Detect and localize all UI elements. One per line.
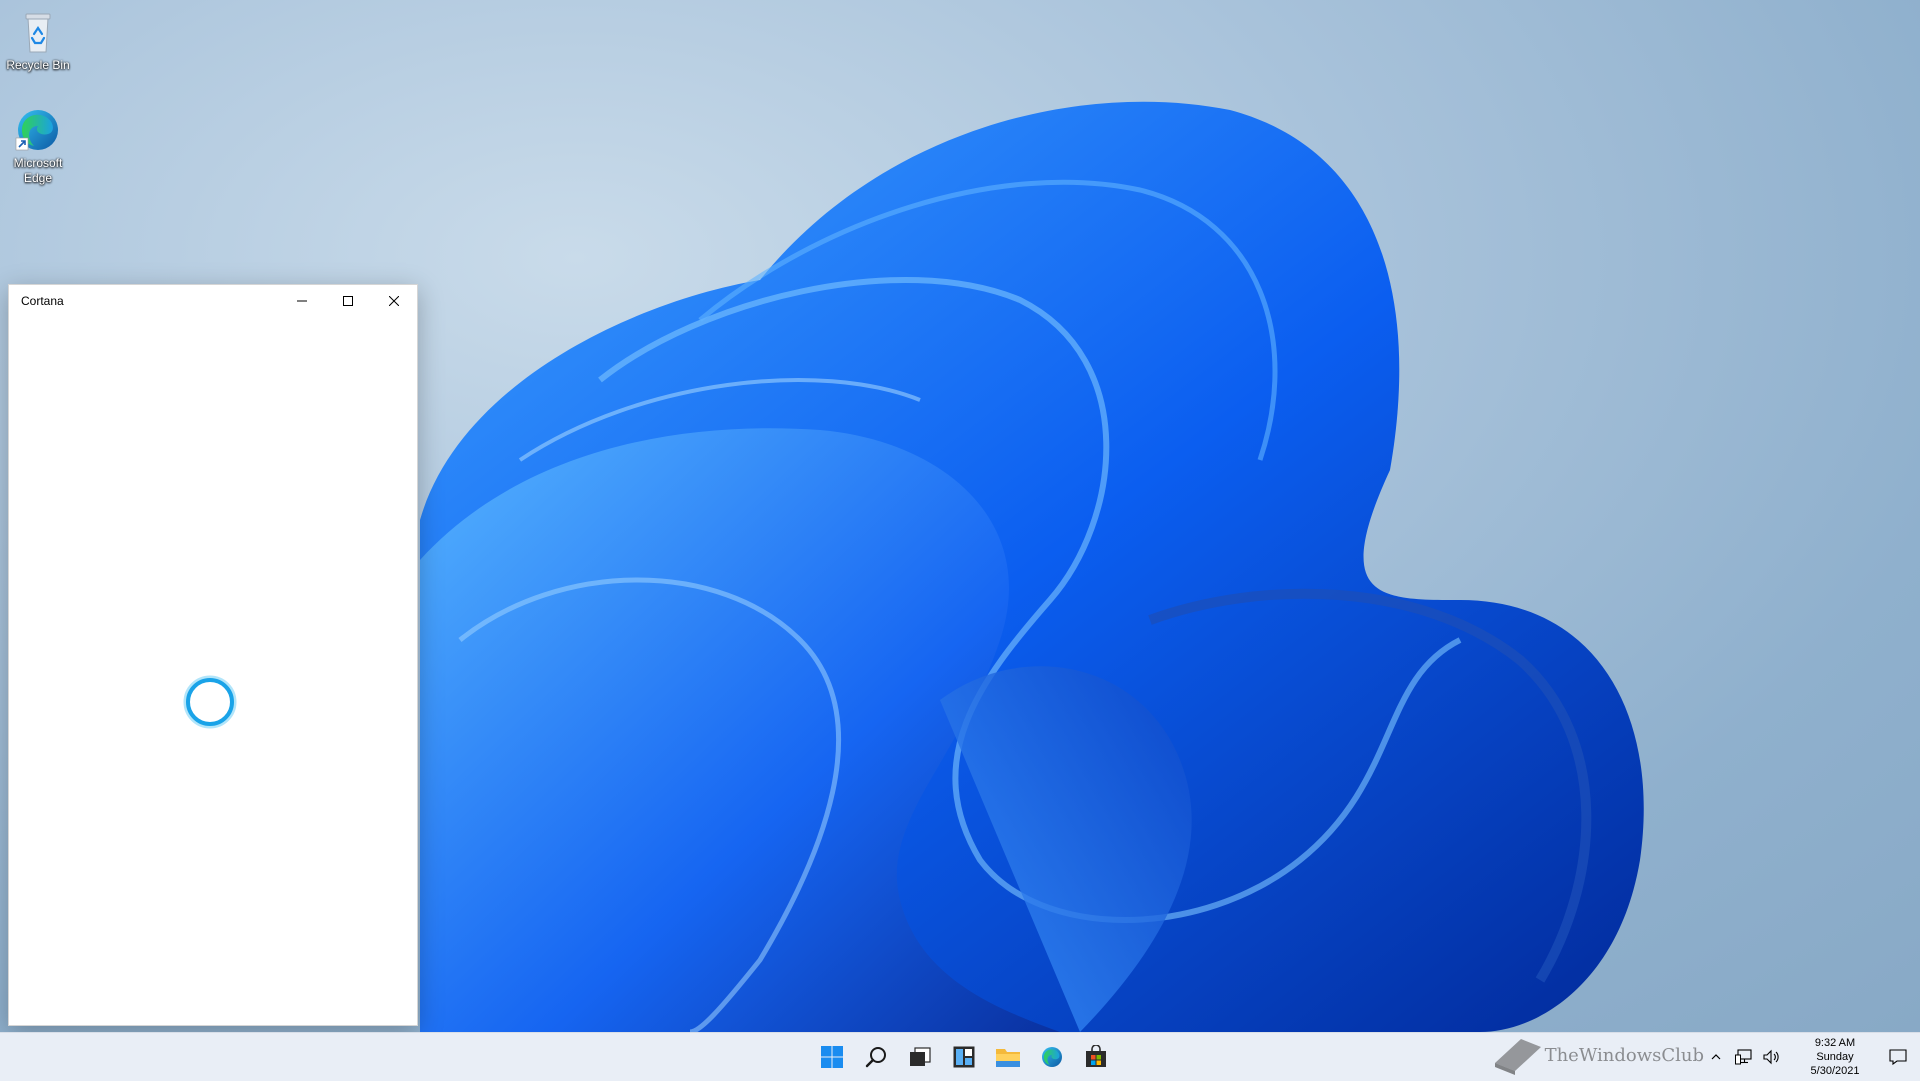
widgets-icon — [953, 1046, 975, 1068]
window-title: Cortana — [21, 294, 64, 308]
volume-button[interactable] — [1760, 1045, 1784, 1069]
search-button[interactable] — [856, 1037, 896, 1077]
edge-taskbar-button[interactable] — [1032, 1037, 1072, 1077]
network-button[interactable] — [1732, 1045, 1756, 1069]
minimize-icon — [297, 300, 307, 302]
recycle-bin-icon — [14, 8, 62, 56]
chevron-up-icon — [1711, 1054, 1721, 1060]
task-view-button[interactable] — [900, 1037, 940, 1077]
minimize-button[interactable] — [279, 285, 325, 317]
desktop-icon-label: Recycle Bin — [6, 58, 70, 72]
desktop-icon-recycle-bin[interactable]: Recycle Bin — [0, 8, 76, 73]
task-view-icon — [910, 1047, 931, 1066]
maximize-icon — [343, 296, 353, 306]
widgets-button[interactable] — [944, 1037, 984, 1077]
maximize-button[interactable] — [325, 285, 371, 317]
system-tray: 9:32 AM Sunday 5/30/2021 — [1702, 1033, 1920, 1081]
cortana-content — [9, 317, 417, 1025]
clock[interactable]: 9:32 AM Sunday 5/30/2021 — [1792, 1036, 1878, 1078]
clock-day: Sunday — [1816, 1051, 1854, 1063]
desktop-icon-microsoft-edge[interactable]: Microsoft Edge — [0, 106, 76, 186]
clock-date: 5/30/2021 — [1810, 1065, 1860, 1077]
edge-icon — [14, 106, 62, 154]
notification-icon — [1889, 1049, 1907, 1065]
close-icon — [389, 296, 399, 306]
windows-logo-icon — [821, 1046, 843, 1068]
network-icon — [1735, 1049, 1752, 1065]
cortana-window[interactable]: Cortana — [8, 284, 418, 1026]
store-button[interactable] — [1076, 1037, 1116, 1077]
notifications-button[interactable] — [1886, 1045, 1910, 1069]
clock-time: 9:32 AM — [1814, 1037, 1856, 1049]
store-icon — [1086, 1045, 1106, 1067]
search-icon — [865, 1047, 886, 1068]
edge-icon — [1042, 1047, 1062, 1067]
taskbar-apps — [810, 1033, 1118, 1081]
title-bar[interactable]: Cortana — [9, 285, 417, 317]
folder-icon — [996, 1049, 1020, 1067]
close-button[interactable] — [371, 285, 417, 317]
file-explorer-button[interactable] — [988, 1037, 1028, 1077]
taskbar: 9:32 AM Sunday 5/30/2021 — [0, 1032, 1920, 1081]
speaker-icon — [1763, 1049, 1779, 1065]
show-hidden-icons-button[interactable] — [1704, 1045, 1728, 1069]
desktop-icon-label: Microsoft Edge — [13, 156, 63, 185]
start-button[interactable] — [812, 1037, 852, 1077]
cortana-ring-icon — [183, 675, 237, 729]
